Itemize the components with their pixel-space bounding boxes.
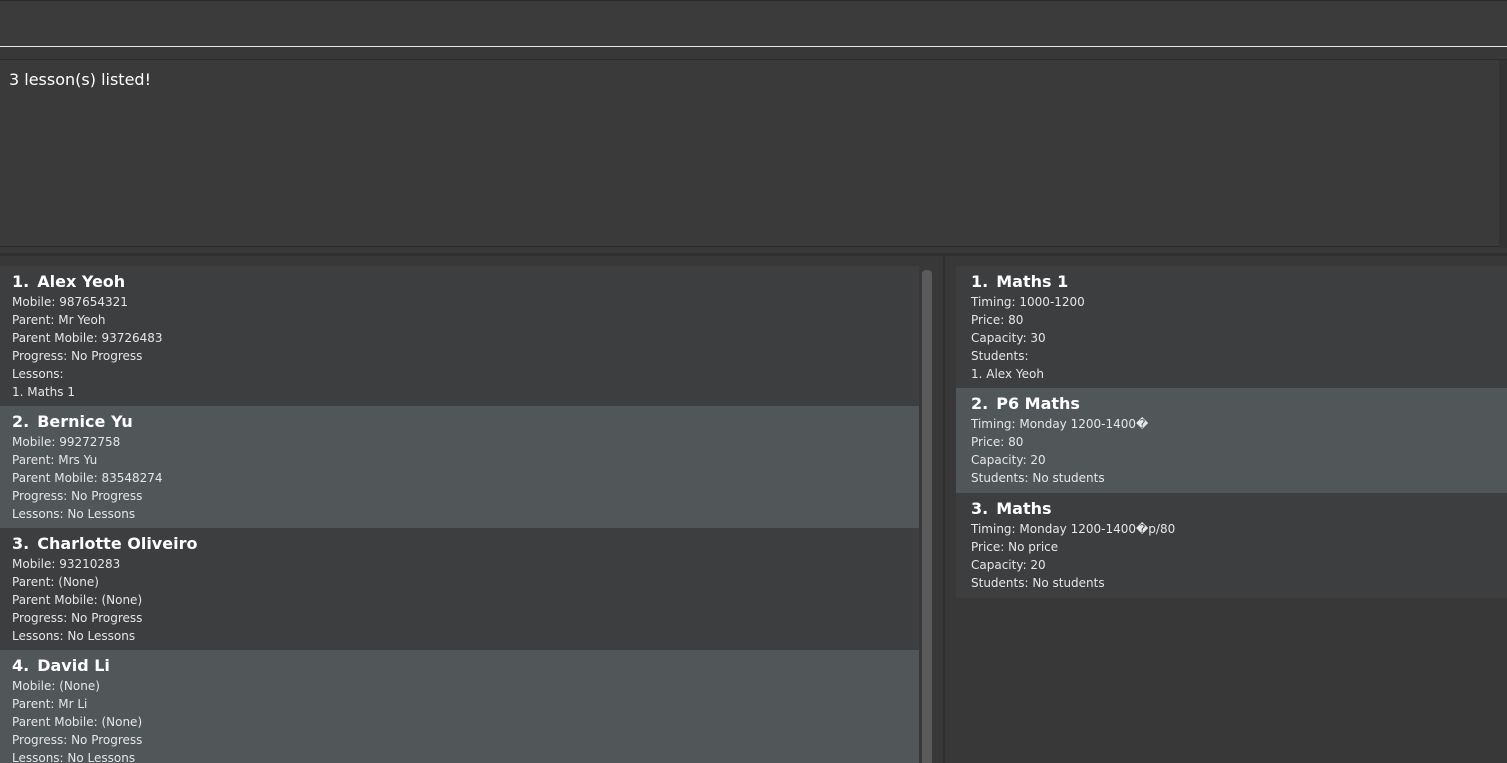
lesson-price: Price: 80 xyxy=(971,313,1024,327)
student-parent-mobile: Parent Mobile: (None) xyxy=(12,715,143,729)
student-mobile: Mobile: 99272758 xyxy=(12,435,121,449)
lesson-timing: Timing: 1000-1200 xyxy=(971,295,1085,309)
lesson-name-row: 3. Maths xyxy=(971,499,1492,520)
student-progress: Progress: No Progress xyxy=(12,489,143,503)
app-window: 3 lesson(s) listed! 1. Alex Yeoh Mobile: … xyxy=(0,0,1507,763)
student-progress: Progress: No Progress xyxy=(12,349,143,363)
command-input[interactable] xyxy=(0,5,1507,47)
lesson-timing: Timing: Monday 1200-1400� xyxy=(971,417,1149,431)
student-index: 3. xyxy=(12,534,30,553)
student-index: 2. xyxy=(12,412,30,431)
lesson-card[interactable]: 1. Maths 1 Timing: 1000-1200 Price: 80 Ca… xyxy=(956,266,1507,388)
student-card[interactable]: 1. Alex Yeoh Mobile: 987654321 Parent: Mr… xyxy=(0,266,919,406)
student-name-row: 1. Alex Yeoh xyxy=(12,272,907,293)
student-parent-mobile: Parent Mobile: (None) xyxy=(12,593,143,607)
student-name: David Li xyxy=(37,656,110,675)
student-index: 1. xyxy=(12,272,30,291)
student-lessons: Lessons: No Lessons xyxy=(12,629,136,643)
student-mobile: Mobile: 987654321 xyxy=(12,295,128,309)
student-parent-mobile: Parent Mobile: 93726483 xyxy=(12,331,163,345)
student-parent: Parent: Mr Yeoh xyxy=(12,313,106,327)
student-name: Alex Yeoh xyxy=(37,272,126,291)
student-card[interactable]: 2. Bernice Yu Mobile: 99272758 Parent: Mr… xyxy=(0,406,919,528)
lesson-list: 1. Maths 1 Timing: 1000-1200 Price: 80 Ca… xyxy=(956,266,1507,598)
student-name-row: 3. Charlotte Oliveiro xyxy=(12,534,907,555)
result-display[interactable]: 3 lesson(s) listed! xyxy=(0,59,1507,248)
student-list-scrollbar-thumb[interactable] xyxy=(922,270,932,763)
student-name: Charlotte Oliveiro xyxy=(37,534,198,553)
student-list-panel: 1. Alex Yeoh Mobile: 987654321 Parent: Mr… xyxy=(0,256,940,763)
student-parent-mobile: Parent Mobile: 83548274 xyxy=(12,471,163,485)
student-lesson-item: 1. Maths 1 xyxy=(12,385,75,399)
student-parent: Parent: (None) xyxy=(12,575,99,589)
student-mobile: Mobile: 93210283 xyxy=(12,557,121,571)
lesson-price: Price: No price xyxy=(971,540,1059,554)
lesson-student-item: 1. Alex Yeoh xyxy=(971,367,1044,381)
lesson-card[interactable]: 2. P6 Maths Timing: Monday 1200-1400� Pri… xyxy=(956,388,1507,493)
student-progress: Progress: No Progress xyxy=(12,733,143,747)
lesson-name-row: 2. P6 Maths xyxy=(971,394,1492,415)
student-progress: Progress: No Progress xyxy=(12,611,143,625)
lesson-students: Students: xyxy=(971,349,1029,363)
panel-divider[interactable] xyxy=(943,256,945,763)
student-lessons: Lessons: xyxy=(12,367,64,381)
result-message: 3 lesson(s) listed! xyxy=(9,70,151,89)
student-name-row: 4. David Li xyxy=(12,656,907,677)
student-lessons: Lessons: No Lessons xyxy=(12,751,136,763)
lesson-price: Price: 80 xyxy=(971,435,1024,449)
student-list: 1. Alex Yeoh Mobile: 987654321 Parent: Mr… xyxy=(0,266,919,763)
lesson-name-row: 1. Maths 1 xyxy=(971,272,1492,293)
student-parent: Parent: Mr Li xyxy=(12,697,88,711)
lesson-name: Maths xyxy=(996,499,1052,518)
lesson-capacity: Capacity: 30 xyxy=(971,331,1046,345)
student-lessons: Lessons: No Lessons xyxy=(12,507,136,521)
lesson-capacity: Capacity: 20 xyxy=(971,558,1046,572)
lesson-capacity: Capacity: 20 xyxy=(971,453,1046,467)
student-index: 4. xyxy=(12,656,30,675)
student-name-row: 2. Bernice Yu xyxy=(12,412,907,433)
command-box xyxy=(0,0,1507,48)
lesson-index: 2. xyxy=(971,394,989,413)
lesson-name: P6 Maths xyxy=(996,394,1080,413)
lesson-timing: Timing: Monday 1200-1400�p/80 xyxy=(971,522,1176,536)
result-scrollbar[interactable] xyxy=(1499,60,1507,248)
student-name: Bernice Yu xyxy=(37,412,133,431)
lesson-card[interactable]: 3. Maths Timing: Monday 1200-1400�p/80 Pr… xyxy=(956,493,1507,598)
student-mobile: Mobile: (None) xyxy=(12,679,100,693)
lesson-students: Students: No students xyxy=(971,576,1105,590)
student-parent: Parent: Mrs Yu xyxy=(12,453,98,467)
student-card[interactable]: 4. David Li Mobile: (None) Parent: Mr Li … xyxy=(0,650,919,763)
lesson-index: 1. xyxy=(971,272,989,291)
lesson-students: Students: No students xyxy=(971,471,1105,485)
lesson-index: 3. xyxy=(971,499,989,518)
lesson-list-panel: 1. Maths 1 Timing: 1000-1200 Price: 80 Ca… xyxy=(946,256,1507,763)
lesson-name: Maths 1 xyxy=(996,272,1069,291)
student-card[interactable]: 3. Charlotte Oliveiro Mobile: 93210283 Pa… xyxy=(0,528,919,650)
